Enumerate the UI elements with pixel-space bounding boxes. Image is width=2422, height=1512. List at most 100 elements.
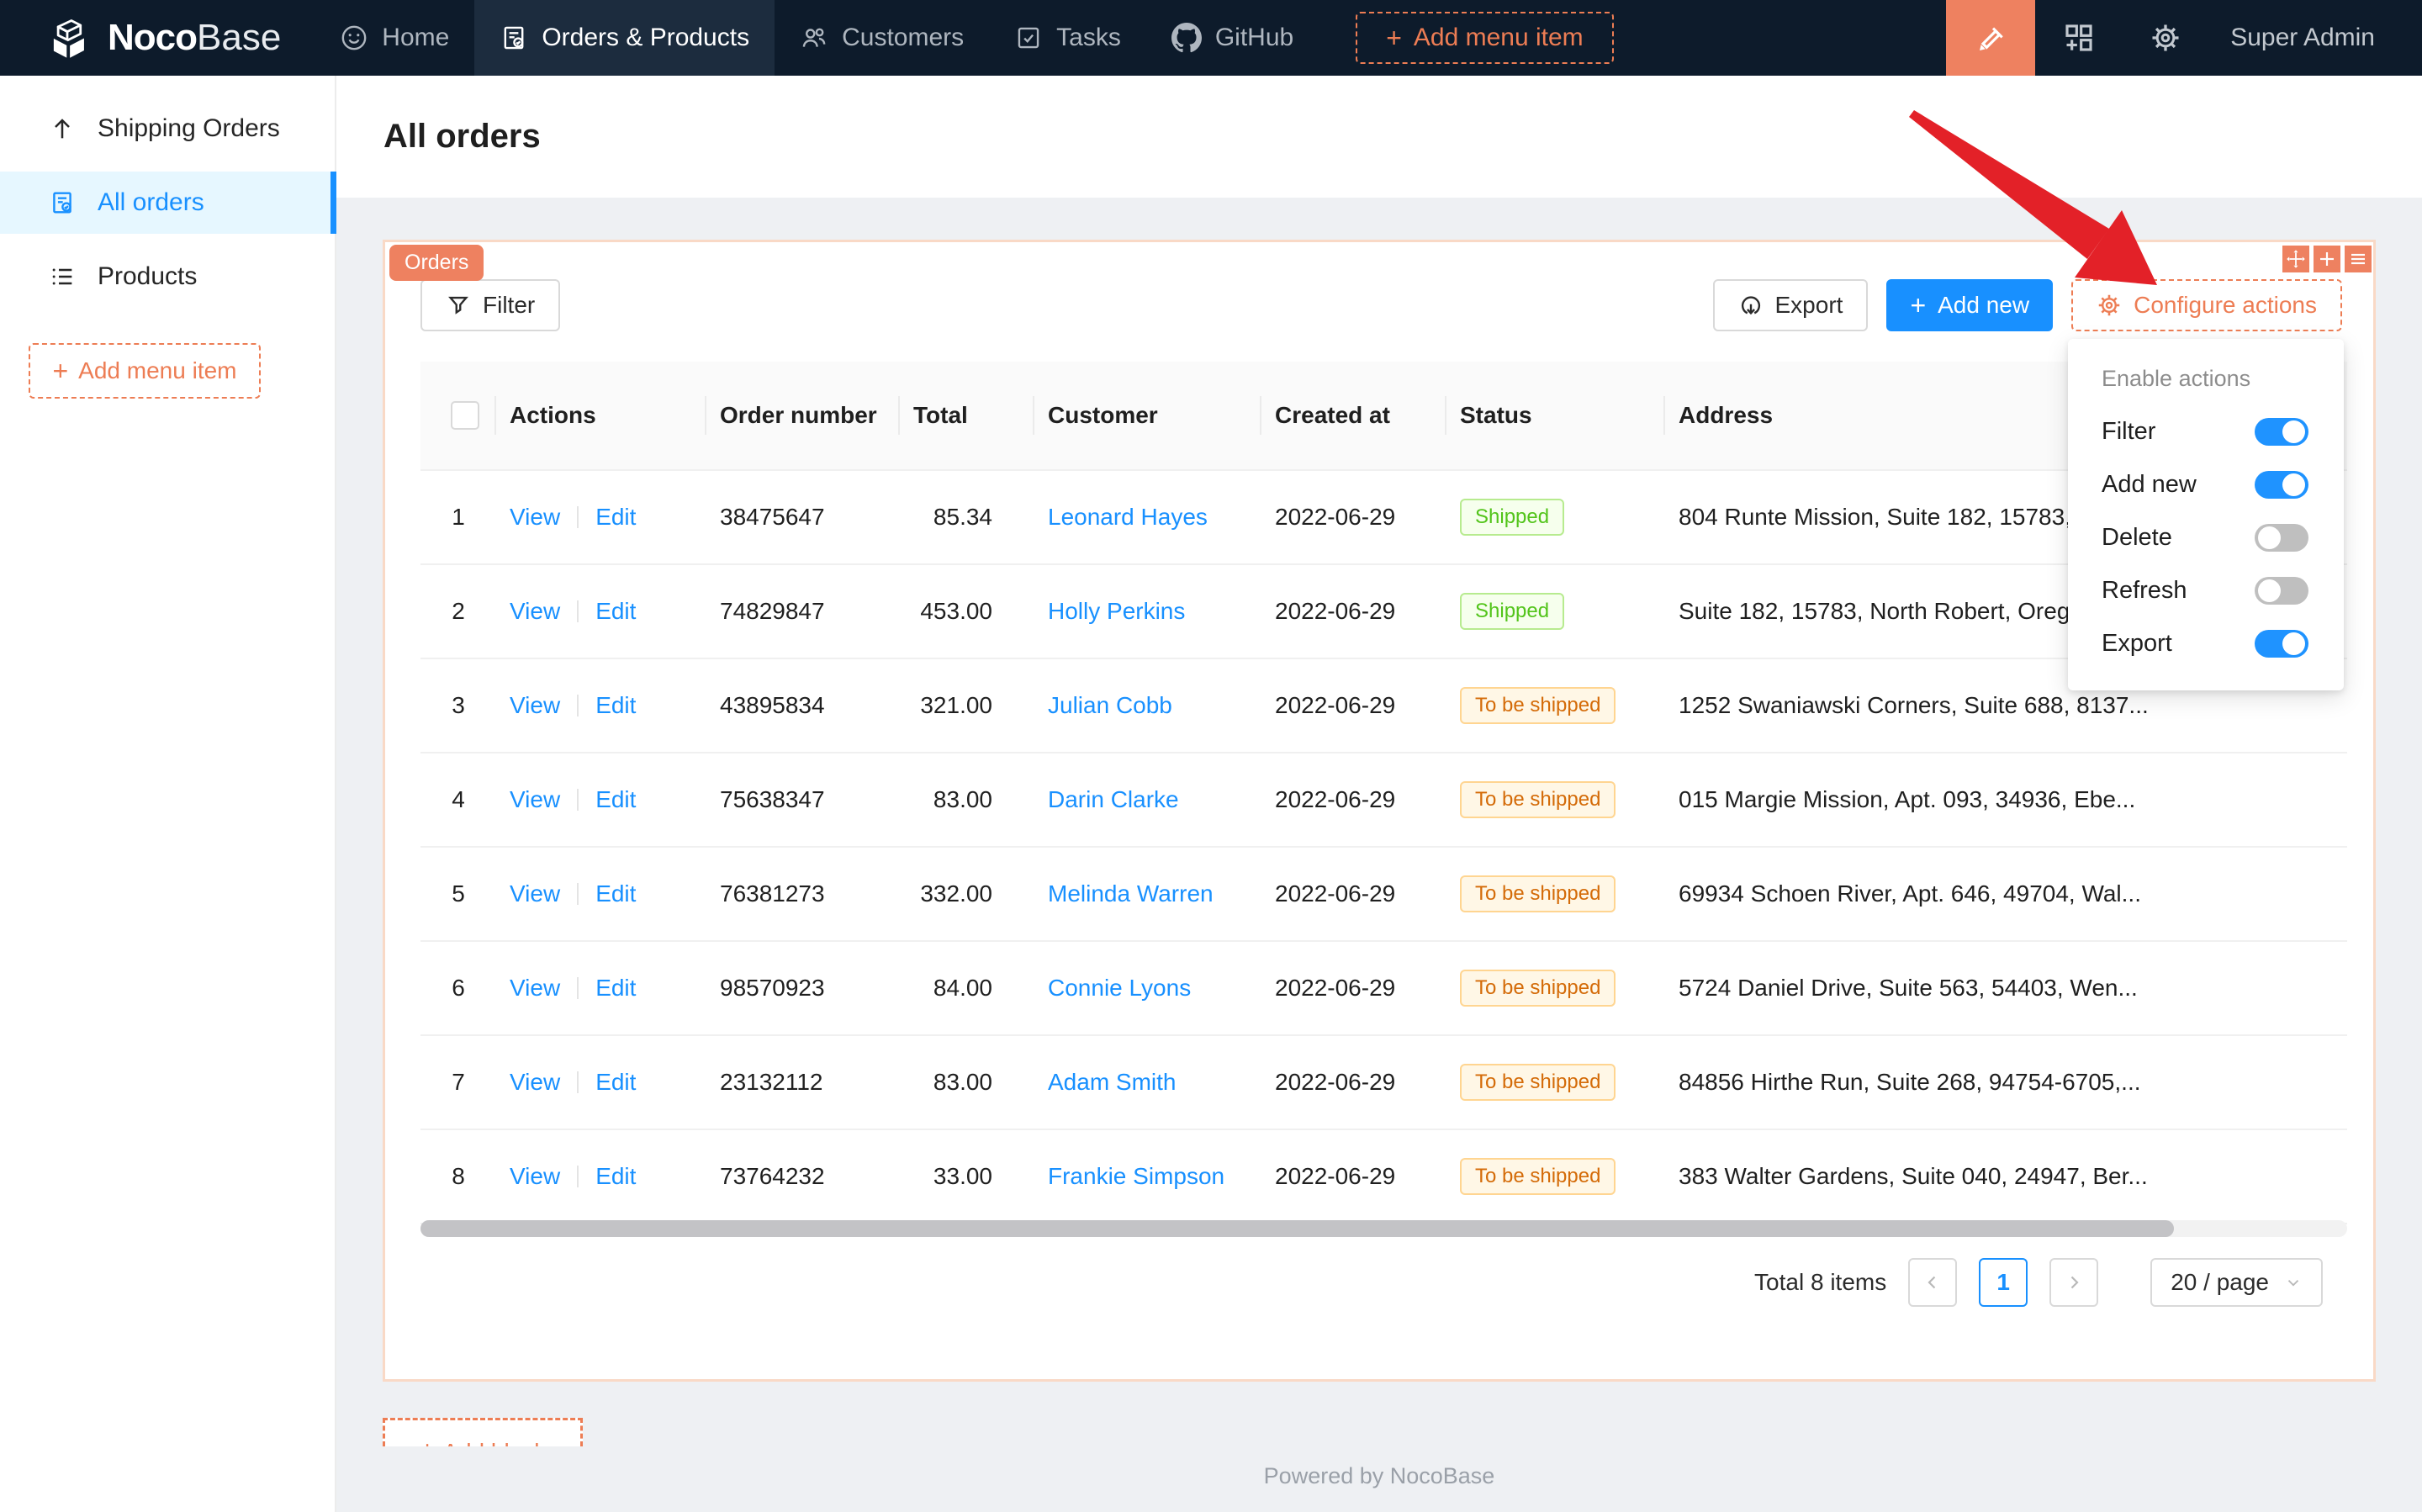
gear-icon — [2097, 293, 2122, 318]
add-new-button[interactable]: + Add new — [1886, 279, 2053, 331]
horizontal-scrollbar-thumb[interactable] — [420, 1220, 2174, 1237]
toggle-switch[interactable] — [2255, 630, 2308, 658]
status-cell: To be shipped — [1446, 1064, 1665, 1102]
view-link[interactable]: View — [510, 975, 560, 1001]
export-button[interactable]: Export — [1713, 279, 1869, 331]
drag-block-icon[interactable] — [2282, 246, 2309, 272]
total-cell: 85.34 — [900, 504, 1034, 531]
filter-funnel-icon — [446, 293, 471, 318]
user-menu[interactable]: Super Admin — [2208, 24, 2422, 52]
row-actions: View Edit — [496, 692, 706, 719]
status-badge: To be shipped — [1460, 781, 1616, 819]
column-header-customer[interactable]: Customer — [1034, 402, 1261, 429]
filter-button[interactable]: Filter — [420, 279, 560, 331]
edit-link[interactable]: Edit — [595, 1163, 636, 1189]
nav-item-tasks[interactable]: Tasks — [989, 0, 1146, 76]
status-cell: To be shipped — [1446, 687, 1665, 725]
configure-actions-button[interactable]: Configure actions — [2071, 279, 2342, 331]
pagination-next-button[interactable] — [2049, 1258, 2098, 1307]
page-size-select[interactable]: 20 / page — [2150, 1258, 2323, 1307]
block-menu-icon[interactable] — [2345, 246, 2372, 272]
created-at-cell: 2022-06-29 — [1261, 692, 1446, 719]
blocks-grid-plus-icon — [2062, 21, 2096, 55]
customer-link[interactable]: Darin Clarke — [1048, 786, 1179, 812]
column-header-total[interactable]: Total — [900, 402, 1034, 429]
column-header-status[interactable]: Status — [1446, 402, 1665, 429]
view-link[interactable]: View — [510, 1069, 560, 1095]
divider — [577, 883, 579, 905]
select-all-checkbox[interactable] — [451, 401, 479, 430]
sidebar-item-all-orders[interactable]: All orders — [0, 172, 335, 234]
view-link[interactable]: View — [510, 880, 560, 907]
pagination: Total 8 items 1 20 / page — [1754, 1258, 2323, 1307]
edit-link[interactable]: Edit — [595, 975, 636, 1001]
toggle-knob — [2282, 473, 2305, 496]
enable-actions-title: Enable actions — [2068, 352, 2344, 405]
pagination-prev-button[interactable] — [1908, 1258, 1957, 1307]
view-link[interactable]: View — [510, 1163, 560, 1189]
column-header-order-number[interactable]: Order number — [706, 402, 900, 429]
toggle-switch[interactable] — [2255, 471, 2308, 499]
view-link[interactable]: View — [510, 598, 560, 624]
plus-icon: + — [1910, 292, 1926, 319]
sidebar-item-products[interactable]: Products — [0, 246, 335, 308]
nav-item-orders-products[interactable]: Orders & Products — [474, 0, 775, 76]
settings-button[interactable] — [2123, 0, 2208, 76]
orders-document-icon — [500, 24, 528, 52]
customer-link[interactable]: Frankie Simpson — [1048, 1163, 1224, 1189]
toggle-switch[interactable] — [2255, 524, 2308, 552]
table-row: 6 ViewEdit 98570923 84.00 Connie Lyons 2… — [420, 942, 2347, 1036]
edit-link[interactable]: Edit — [595, 692, 636, 718]
edit-link[interactable]: Edit — [595, 1069, 636, 1095]
add-block-icon[interactable] — [2314, 246, 2340, 272]
list-icon — [49, 263, 76, 290]
order-number-cell: 75638347 — [706, 786, 900, 813]
page-header: All orders — [336, 76, 2422, 198]
toggle-switch[interactable] — [2255, 418, 2308, 446]
ui-editor-button[interactable] — [1946, 0, 2035, 76]
edit-link[interactable]: Edit — [595, 880, 636, 907]
sidebar: Shipping Orders All orders — [0, 76, 336, 1512]
customer-link[interactable]: Julian Cobb — [1048, 692, 1172, 718]
view-link[interactable]: View — [510, 692, 560, 718]
table-row: 7 ViewEdit 23132112 83.00 Adam Smith 202… — [420, 1036, 2347, 1130]
sidebar-item-shipping-orders[interactable]: Shipping Orders — [0, 98, 335, 160]
github-icon — [1171, 23, 1202, 53]
nav-item-customers[interactable]: Customers — [775, 0, 989, 76]
divider — [577, 600, 579, 622]
customer-link[interactable]: Holly Perkins — [1048, 598, 1185, 624]
nav-item-github[interactable]: GitHub — [1146, 0, 1319, 76]
view-link[interactable]: View — [510, 786, 560, 812]
plugin-blocks-button[interactable] — [2035, 0, 2123, 76]
row-index: 7 — [420, 1069, 496, 1096]
nav-add-menu-item-button[interactable]: + Add menu item — [1356, 12, 1613, 64]
block-designer-icons — [2282, 246, 2372, 272]
view-link[interactable]: View — [510, 504, 560, 530]
edit-link[interactable]: Edit — [595, 504, 636, 530]
nav-item-home[interactable]: Home — [315, 0, 474, 76]
toggle-knob — [2258, 579, 2281, 602]
nocobase-logo[interactable]: NocoBase — [0, 14, 315, 61]
status-cell: Shipped — [1446, 499, 1665, 537]
status-badge: To be shipped — [1460, 970, 1616, 1007]
customer-link[interactable]: Connie Lyons — [1048, 975, 1191, 1001]
sidebar-add-menu-item-button[interactable]: + Add menu item — [29, 343, 261, 399]
add-block-button[interactable]: + Add block — [383, 1418, 583, 1446]
customer-link[interactable]: Adam Smith — [1048, 1069, 1177, 1095]
column-header-created-at[interactable]: Created at — [1261, 402, 1446, 429]
status-badge: To be shipped — [1460, 687, 1616, 725]
status-cell: To be shipped — [1446, 1158, 1665, 1196]
total-cell: 332.00 — [900, 880, 1034, 907]
row-actions: View Edit — [496, 975, 706, 1002]
column-header-actions[interactable]: Actions — [496, 402, 706, 429]
table-header: Actions Order number Total Customer Crea… — [420, 362, 2347, 471]
customer-link[interactable]: Leonard Hayes — [1048, 504, 1208, 530]
pagination-page-1[interactable]: 1 — [1979, 1258, 2028, 1307]
edit-link[interactable]: Edit — [595, 786, 636, 812]
toggle-switch[interactable] — [2255, 577, 2308, 605]
row-index: 3 — [420, 692, 496, 719]
customer-link[interactable]: Melinda Warren — [1048, 880, 1214, 907]
edit-link[interactable]: Edit — [595, 598, 636, 624]
enable-action-item: Refresh — [2068, 564, 2344, 617]
navbar-right-group: Super Admin — [1946, 0, 2422, 76]
